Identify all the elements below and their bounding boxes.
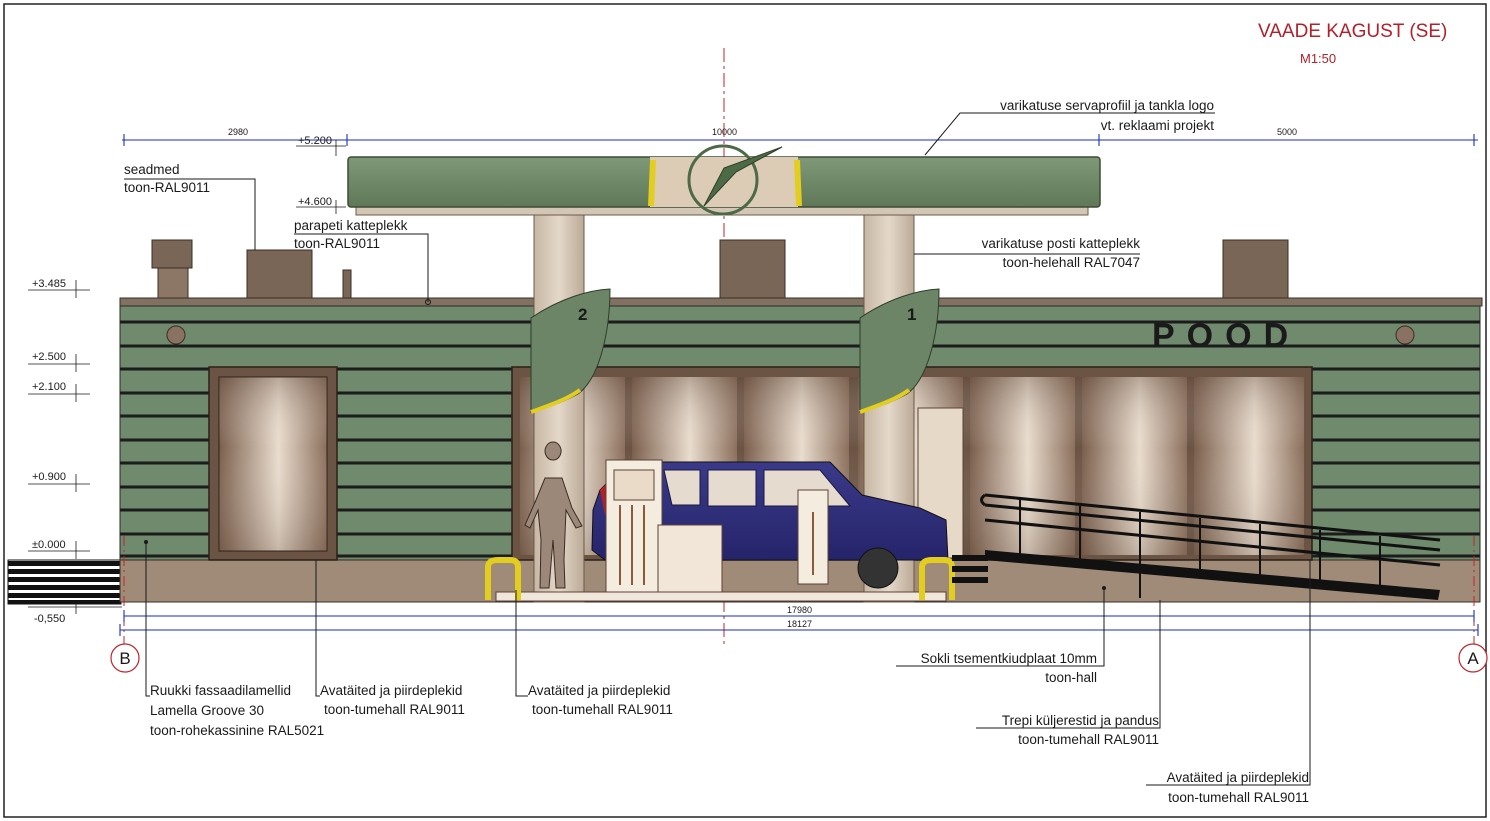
level-0900: +0.900 [32,471,66,483]
annotation-guards-center: Avatäited ja piirdeplekid toon-tumehall … [515,590,673,717]
annotation-canopy-post: varikatuse posti katteplekk toon-helehal… [914,236,1140,270]
level-2100: +2.100 [32,381,66,393]
drawing-title: VAADE KAGUST (SE) [1258,21,1447,42]
annotation-line: toon-tumehall RAL9011 [1018,732,1159,747]
dim-top-mid: 10000 [712,127,737,137]
annotation-canopy-profile: varikatuse servaprofiil ja tankla logo v… [924,98,1215,156]
pump-number-1: 1 [907,305,916,324]
level-2500: +2.500 [32,351,66,363]
dim-inner: 17980 [787,605,812,615]
annotation-line: toon-helehall RAL7047 [1003,255,1140,270]
dim-top-right: 5000 [1277,127,1297,137]
level-0000: ±0.000 [32,539,66,551]
level-minus-0550: -0,550 [34,613,65,625]
dim-overall: 18127 [787,619,812,629]
annotation-line: Avatäited ja piirdeplekid [1167,770,1309,785]
dim-top-left: 2980 [228,127,248,137]
annotation-line: toon-RAL9011 [294,236,380,251]
annotation-line: vt. reklaami projekt [1101,118,1215,133]
annotation-equipment: seadmed toon-RAL9011 [124,162,256,250]
elevation-drawing: VAADE KAGUST (SE) M1:50 2980 10000 5000 … [3,3,1488,818]
bottom-dimension-chains: 17980 18127 [119,605,1479,636]
axis-label-b: B [119,649,130,668]
level-3485: +3.485 [32,278,66,290]
annotation-line: Lamella Groove 30 [150,703,264,718]
annotation-line: seadmed [124,162,180,177]
annotation-line: toon-tumehall RAL9011 [324,702,465,717]
canopy-level-marks: +5.200 +4.600 [296,135,346,214]
annotation-line: parapeti katteplekk [294,218,408,233]
canopy [347,144,1101,216]
axis-label-a: A [1467,649,1479,668]
fuel-dispenser-small [797,489,829,585]
annotation-line: toon-hall [1045,670,1097,685]
drawing-scale: M1:50 [1300,51,1336,66]
annotation-parapet: parapeti katteplekk toon-RAL9011 [294,218,431,305]
level-canopy-top: +5.200 [298,135,332,147]
axis-bubble-b: B [110,643,140,673]
annotation-line: toon-tumehall RAL9011 [1168,790,1309,805]
annotation-line: varikatuse posti katteplekk [982,236,1141,251]
annotation-line: Ruukki fassaadilamellid [150,683,291,698]
left-entry-steps [7,559,122,605]
annotation-line: Trepi küljerestid ja pandus [1002,713,1159,728]
annotation-line: Avatäited ja piirdeplekid [320,683,462,698]
annotation-line: toon-rohekassinine RAL5021 [150,723,324,738]
annotation-line: Sokli tsementkiudplaat 10mm [921,651,1097,666]
annotation-line: toon-RAL9011 [124,180,210,195]
level-canopy-bottom: +4.600 [298,196,332,208]
shop-sign: POOD [1152,317,1300,355]
annotation-line: varikatuse servaprofiil ja tankla logo [1000,98,1214,113]
axis-bubble-a: A [1458,643,1488,673]
annotation-line: toon-tumehall RAL9011 [532,702,673,717]
annotation-line: Avatäited ja piirdeplekid [528,683,670,698]
left-window [208,366,338,561]
pump-number-2: 2 [578,305,587,324]
